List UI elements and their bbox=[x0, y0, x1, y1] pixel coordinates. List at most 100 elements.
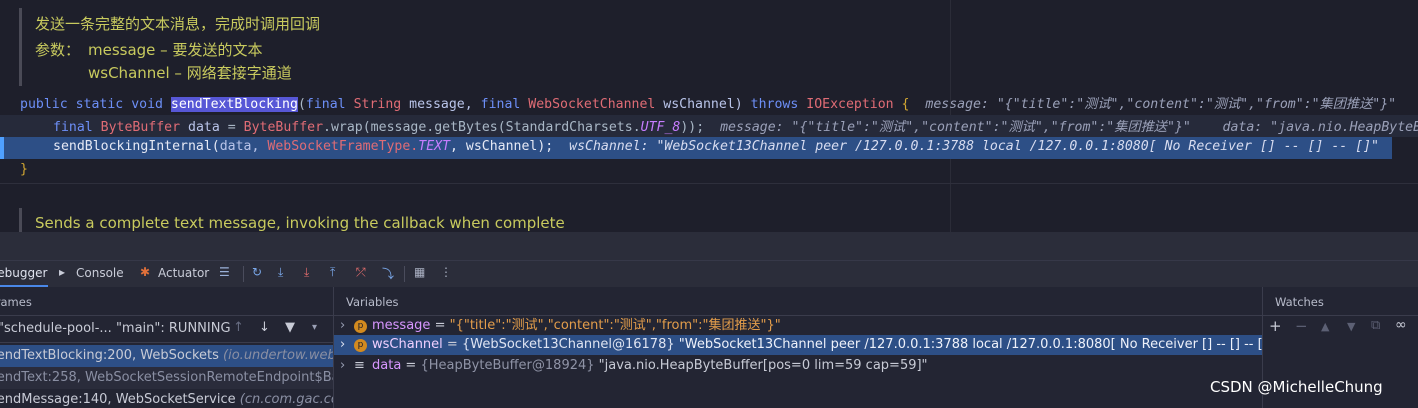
evaluate-expression-icon[interactable]: ▦ bbox=[414, 265, 425, 279]
doc-comment-zh-line1: 发送一条完整的文本消息，完成时调用回调 bbox=[35, 15, 321, 33]
thread-status: "main": RUNNING bbox=[115, 321, 231, 336]
expand-chevron-icon[interactable]: › bbox=[340, 316, 354, 336]
keyword-public: public bbox=[20, 97, 68, 112]
type-ioexception: IOException bbox=[806, 97, 894, 112]
open-brace: { bbox=[901, 97, 910, 112]
show-execution-point-icon[interactable]: ↻ bbox=[252, 265, 262, 279]
chevron-down-icon[interactable]: ▾ bbox=[312, 322, 317, 333]
frames-divider bbox=[0, 315, 333, 316]
parameter-icon: p bbox=[354, 320, 367, 333]
watches-header: Watches bbox=[1275, 295, 1324, 309]
keyword-final: final bbox=[53, 120, 93, 135]
expand-chevron-icon[interactable]: › bbox=[340, 335, 354, 355]
var-data: data bbox=[188, 120, 220, 135]
frame-down-icon[interactable]: ↓ bbox=[259, 320, 270, 335]
call-end: )); bbox=[680, 120, 705, 135]
variable-row-data[interactable]: › ≡ data = {HeapByteBuffer@18924} "java.ni… bbox=[340, 356, 928, 376]
remove-watch-icon[interactable]: − bbox=[1295, 317, 1308, 335]
add-watch-icon[interactable]: + bbox=[1269, 317, 1282, 335]
variables-panel: Variables › p message = "{"title":"测试","co… bbox=[334, 287, 1262, 408]
class-bytebuffer: ByteBuffer bbox=[243, 120, 324, 135]
keyword-throws: throws bbox=[750, 97, 799, 112]
tab-debugger[interactable]: Debugger bbox=[0, 266, 47, 280]
wrap-call: .wrap(message.getBytes(StandardCharsets. bbox=[323, 120, 641, 135]
close-brace: } bbox=[20, 162, 28, 177]
variable-ref: {WebSocket13Channel@16178} bbox=[461, 337, 675, 352]
parameter-icon: p bbox=[354, 339, 367, 352]
variable-value: "java.nio.HeapByteBuffer[pos=0 lim=59 ca… bbox=[598, 358, 928, 373]
variable-name: data bbox=[372, 358, 402, 373]
variable-row-wschannel[interactable]: › p wsChannel = {WebSocket13Channel@16178}… bbox=[334, 335, 1262, 355]
frame-package: (io.undertow.websockets.core) bbox=[223, 348, 333, 363]
move-down-icon[interactable]: ▼ bbox=[1347, 320, 1355, 333]
debug-panel-header bbox=[0, 232, 1418, 260]
paren: ( bbox=[297, 97, 306, 112]
trace-icon[interactable]: ⋮ bbox=[440, 265, 452, 279]
duplicate-icon[interactable]: ⧉ bbox=[1371, 318, 1380, 333]
filter-icon[interactable]: ▼ bbox=[285, 320, 295, 335]
variable-row-message[interactable]: › p message = "{"title":"测试","content":"测试… bbox=[340, 316, 781, 336]
code-line-method-signature[interactable]: public static void sendTextBlocking(fina… bbox=[20, 93, 1396, 112]
inline-value-data: data: "java.nio.HeapByteBuffer[pos=0 lim… bbox=[1222, 120, 1418, 135]
field-icon: ≡ bbox=[354, 358, 365, 373]
arg-wschannel: , wsChannel); bbox=[450, 139, 554, 154]
run-to-cursor-icon[interactable]: ⤵ bbox=[382, 265, 394, 282]
watches-divider bbox=[1263, 315, 1418, 316]
execution-point-marker bbox=[0, 137, 4, 159]
keyword-final: final bbox=[305, 97, 346, 112]
arg-data: data, bbox=[219, 139, 260, 154]
frames-header: Frames bbox=[0, 295, 32, 309]
frame-method: sendTextBlocking:200, WebSockets bbox=[0, 348, 219, 363]
toolbar-separator bbox=[404, 266, 405, 282]
const-text: TEXT bbox=[418, 139, 451, 154]
glasses-icon[interactable]: ∞ bbox=[1395, 317, 1407, 333]
code-line-bytebuffer[interactable]: final ByteBuffer data = ByteBuffer.wrap(… bbox=[53, 116, 1418, 135]
drop-frame-icon[interactable]: ⤱ bbox=[356, 265, 366, 280]
doc-params-label: 参数： bbox=[35, 41, 81, 59]
keyword-static: static bbox=[75, 97, 124, 112]
thread-selector[interactable]: "schedule-pool-... "main": RUNNING bbox=[0, 318, 231, 340]
step-out-icon[interactable]: ⤒ bbox=[330, 265, 335, 280]
frame-package: (cn.com.gac.common) bbox=[239, 392, 333, 407]
inline-value-message: message: "{"title":"测试","content":"测试","… bbox=[720, 120, 1191, 135]
send-blocking-call: sendBlockingInternal( bbox=[53, 139, 220, 154]
move-up-icon[interactable]: ▲ bbox=[1321, 320, 1329, 333]
inline-value-message: message: "{"title":"测试","content":"测试","… bbox=[925, 97, 1397, 112]
variables-header: Variables bbox=[346, 295, 399, 309]
frames-panel: Frames "schedule-pool-... "main": RUNNIN… bbox=[0, 287, 333, 408]
tab-console[interactable]: Console bbox=[76, 266, 124, 280]
tab-actuator[interactable]: Actuator bbox=[158, 266, 209, 280]
doc-comment-bar bbox=[19, 8, 22, 86]
layout-icon[interactable]: ☰ bbox=[219, 265, 230, 279]
variable-name: wsChannel bbox=[372, 337, 443, 352]
code-editor[interactable]: 发送一条完整的文本消息，完成时调用回调 参数： message – 要发送的文本… bbox=[0, 0, 1418, 232]
frame-method: sendText:258, WebSocketSessionRemoteEndp… bbox=[0, 370, 333, 385]
step-over-icon[interactable]: ⤓ bbox=[278, 265, 283, 280]
doc-comment-en: Sends a complete text message, invoking … bbox=[35, 214, 565, 232]
console-icon: ▸ bbox=[59, 265, 66, 279]
code-line-send-blocking[interactable]: sendBlockingInternal(data, WebSocketFram… bbox=[53, 139, 1379, 154]
frame-up-icon[interactable]: ↑ bbox=[233, 320, 244, 335]
param-wschannel: wsChannel) bbox=[663, 97, 743, 112]
frame-row[interactable]: sendText:258, WebSocketSessionRemoteEndp… bbox=[0, 367, 333, 389]
const-utf8: UTF_8 bbox=[640, 120, 681, 135]
step-into-icon[interactable]: ⤓ bbox=[304, 265, 309, 280]
debug-toolbar: Debugger ▸ Console ✱ Actuator ☰ ↻ ⤓ ⤓ ⤒ … bbox=[0, 260, 1418, 287]
type-string: String bbox=[353, 97, 402, 112]
inline-value-wschannel: wsChannel: "WebSocket13Channel peer /127… bbox=[569, 139, 1379, 154]
keyword-void: void bbox=[131, 97, 163, 112]
doc-param-message: message – 要发送的文本 bbox=[88, 41, 263, 59]
param-message: message, bbox=[409, 97, 473, 112]
doc-param-wschannel: wsChannel – 网络套接字通道 bbox=[88, 64, 292, 82]
frame-row-selected[interactable]: sendTextBlocking:200, WebSockets (io.und… bbox=[0, 345, 333, 367]
type-websocketchannel: WebSocketChannel bbox=[528, 97, 656, 112]
type-bytebuffer: ByteBuffer bbox=[100, 120, 181, 135]
frame-row[interactable]: sendMessage:140, WebSocketService (cn.co… bbox=[0, 389, 333, 408]
method-name-highlight[interactable]: sendTextBlocking bbox=[170, 97, 298, 112]
actuator-icon: ✱ bbox=[140, 265, 151, 279]
keyword-final: final bbox=[480, 97, 521, 112]
expand-chevron-icon[interactable]: › bbox=[340, 356, 354, 376]
variable-ref: {HeapByteBuffer@18924} bbox=[420, 358, 595, 373]
watermark: CSDN @MichelleChung bbox=[1210, 378, 1383, 396]
assign-op: = bbox=[227, 120, 236, 135]
